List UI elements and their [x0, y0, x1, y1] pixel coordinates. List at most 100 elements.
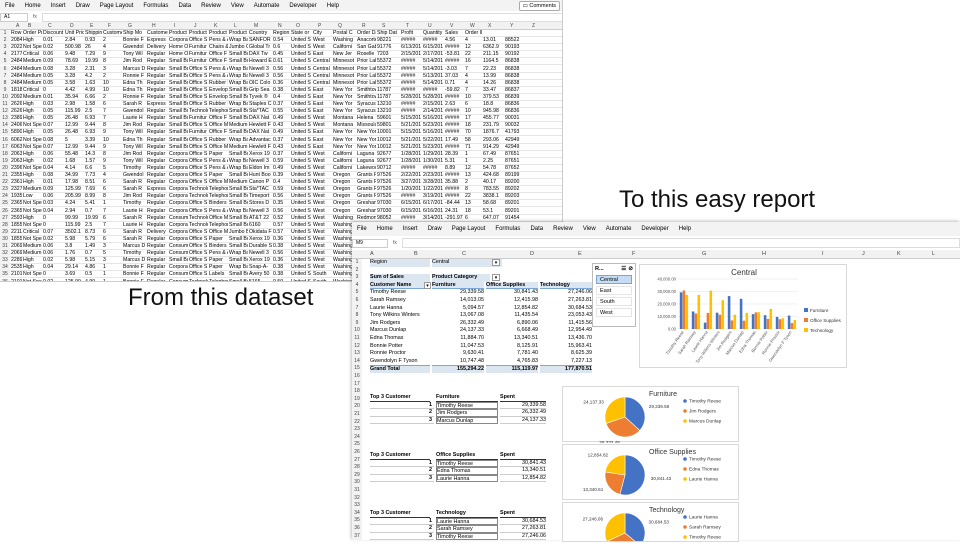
cell[interactable]: Pens & A: [208, 66, 228, 73]
cell[interactable]: Not Spec: [22, 208, 42, 215]
cell[interactable]: Staples C: [248, 101, 272, 108]
cell[interactable]: Technolo: [188, 108, 208, 115]
cell[interactable]: United S: [290, 236, 312, 243]
cell[interactable]: Montana: [332, 122, 356, 129]
cell[interactable]: 6.93: [84, 129, 102, 136]
cell[interactable]: Not Spec: [22, 236, 42, 243]
table-row[interactable]: 824848Medium0.053.581.6310Edna ThRegular…: [0, 79, 562, 87]
cell[interactable]: 17.98: [64, 179, 84, 186]
cell[interactable]: West: [312, 151, 332, 158]
cell[interactable]: 1.49: [84, 243, 102, 250]
cell[interactable]: 89200: [504, 179, 526, 186]
pivot-cell[interactable]: Sarah Ramsey: [370, 297, 430, 305]
pivot-cell[interactable]: 177,870.51: [540, 365, 592, 373]
cell[interactable]: Bonnie F: [122, 37, 146, 44]
cell[interactable]: 9: [102, 158, 122, 165]
cell[interactable]: 0.93: [84, 37, 102, 44]
row-number-2[interactable]: 10: [352, 327, 362, 335]
table-row[interactable]: 1323890High0.0526.486.937Laurie HRegular…: [0, 115, 562, 123]
cell[interactable]: 92677: [376, 158, 400, 165]
cell[interactable]: Small Bo: [228, 271, 248, 278]
cell[interactable]: United S: [290, 58, 312, 65]
cell[interactable]: 0.56: [272, 250, 290, 257]
cell[interactable]: 22890: [10, 257, 22, 264]
row-number[interactable]: 1: [0, 30, 10, 37]
cell[interactable]: 3/28/201: [422, 179, 444, 186]
pivot-cell[interactable]: 12,854.82: [486, 305, 538, 313]
row-number-2[interactable]: 26: [352, 449, 362, 457]
pivot-cell[interactable]: 4,765.83: [486, 358, 538, 366]
cell[interactable]: Tony Wil: [122, 51, 146, 58]
cell[interactable]: Newell 3: [248, 73, 272, 80]
table-row[interactable]: 421776Critical0.069.487.299Tony WilRegul…: [0, 51, 562, 59]
cell[interactable]: Medium: [228, 122, 248, 129]
table-row[interactable]: 176063Not Spec0.0712.999.449Tony WilRegu…: [0, 143, 562, 151]
row-number[interactable]: 20: [0, 164, 10, 172]
pivot-cell[interactable]: Technology: [540, 281, 592, 290]
cell[interactable]: 5.79: [84, 236, 102, 243]
cell[interactable]: 0.02: [42, 236, 64, 243]
pivot-cell[interactable]: 11,047.53: [432, 343, 484, 351]
cell[interactable]: Regular: [146, 165, 168, 172]
cell[interactable]: 35.88: [444, 179, 464, 186]
cell[interactable]: Small Bo: [228, 51, 248, 58]
cell[interactable]: Ronnie F: [122, 73, 146, 80]
cell[interactable]: 91454: [504, 215, 526, 222]
cell[interactable]: 0.5: [84, 271, 102, 278]
name-box-2[interactable]: M9: [352, 238, 388, 248]
cell[interactable]: 20925: [10, 94, 22, 101]
cell[interactable]: 20697: [10, 243, 22, 250]
cell[interactable]: 6/17/201: [422, 200, 444, 207]
cell[interactable]: 55372: [376, 80, 400, 87]
cell[interactable]: Anacorte: [356, 37, 376, 44]
cell[interactable]: 293.06: [482, 137, 504, 144]
cell[interactable]: 6: [102, 229, 122, 236]
cell[interactable]: 10: [464, 94, 482, 101]
cell[interactable]: 0.36: [272, 80, 290, 87]
cell[interactable]: 9.44: [84, 122, 102, 129]
cell[interactable]: Missoula: [356, 122, 376, 129]
cell[interactable]: #####: [444, 58, 464, 65]
cell[interactable]: 99.99: [64, 215, 84, 222]
row-number[interactable]: 19: [0, 157, 10, 165]
cell[interactable]: 6.6: [84, 165, 102, 172]
cell[interactable]: Wrap Ba: [228, 101, 248, 108]
column-header[interactable]: N: [278, 23, 282, 29]
cell[interactable]: Product: [168, 30, 188, 37]
cell[interactable]: 87651: [504, 158, 526, 165]
cell[interactable]: 5/21/201: [400, 122, 422, 129]
cell[interactable]: Paper: [208, 264, 228, 271]
cell[interactable]: Office S: [188, 208, 208, 215]
cell[interactable]: 71: [464, 144, 482, 151]
cell[interactable]: Oregon: [332, 179, 356, 186]
cell[interactable]: 0.08: [42, 172, 64, 179]
column-header[interactable]: Y: [510, 23, 513, 29]
cell[interactable]: 2.5: [84, 108, 102, 115]
cell[interactable]: 41793: [504, 129, 526, 136]
cell[interactable]: 24844: [10, 58, 22, 65]
row-number-2[interactable]: 25: [352, 441, 362, 449]
cell[interactable]: 23278: [10, 186, 22, 193]
cell[interactable]: 19.99: [84, 215, 102, 222]
cell[interactable]: 7: [102, 208, 122, 215]
cell[interactable]: 2.25: [482, 158, 504, 165]
table-row[interactable]: 2725933High099.9919.996Sarah RRegularCon…: [0, 214, 562, 222]
row-number-2[interactable]: 23: [352, 426, 362, 434]
cell[interactable]: United S: [290, 151, 312, 158]
cell[interactable]: 67.49: [482, 151, 504, 158]
cell[interactable]: Corporat: [168, 165, 188, 172]
cell[interactable]: Not Spec: [22, 122, 42, 129]
fx-icon[interactable]: fx: [28, 14, 42, 20]
row-number[interactable]: 27: [0, 214, 10, 222]
cell[interactable]: 2/15/201: [422, 101, 444, 108]
cell[interactable]: Montana: [332, 115, 356, 122]
pivot-cell[interactable]: 23,053.43: [540, 312, 592, 320]
column-header-2[interactable]: K: [897, 251, 901, 257]
cell[interactable]: Prior Lak: [356, 58, 376, 65]
row-number-2[interactable]: 3: [352, 274, 362, 282]
cell[interactable]: #####: [444, 94, 464, 101]
cell[interactable]: United S: [290, 87, 312, 94]
cell[interactable]: West: [312, 193, 332, 200]
cell[interactable]: 86837: [504, 87, 526, 94]
cell[interactable]: Office S: [188, 200, 208, 207]
